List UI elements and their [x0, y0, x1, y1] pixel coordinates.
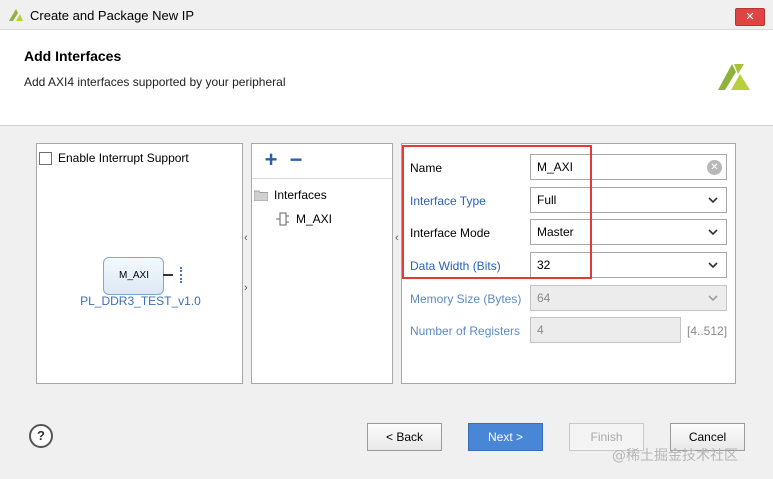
- data-width-label[interactable]: Data Width (Bits): [410, 259, 501, 273]
- prop-data-width-row: Data Width (Bits) 32: [402, 252, 735, 280]
- data-width-value: 32: [537, 258, 551, 272]
- page-title: Add Interfaces: [24, 48, 122, 64]
- tree-root-label: Interfaces: [274, 188, 327, 202]
- tree-item-label: M_AXI: [296, 212, 333, 226]
- back-button[interactable]: < Back: [367, 423, 442, 451]
- interfaces-panel: + − Interfaces M_AXI: [251, 143, 393, 384]
- remove-interface-button[interactable]: −: [286, 149, 306, 171]
- tree-root-interfaces[interactable]: Interfaces: [254, 188, 327, 202]
- next-button[interactable]: Next >: [468, 423, 543, 451]
- vivado-app-icon: [9, 9, 23, 21]
- watermark: @稀土掘金技术社区: [612, 448, 738, 464]
- num-registers-value: 4: [537, 323, 544, 337]
- prop-interface-type-row: Interface Type Full: [402, 187, 735, 215]
- interface-mode-select[interactable]: Master: [530, 219, 727, 245]
- memory-size-value: 64: [537, 291, 551, 305]
- folder-icon: [254, 190, 268, 201]
- interface-mode-label: Interface Mode: [410, 226, 491, 240]
- memory-size-select: 64: [530, 285, 727, 311]
- ip-port-line: [163, 274, 173, 276]
- splitter2-left-arrow[interactable]: ‹: [395, 232, 399, 244]
- interfaces-toolbar: + −: [252, 144, 392, 179]
- chevron-down-icon: [708, 197, 718, 204]
- help-button[interactable]: ?: [29, 424, 53, 448]
- interface-mode-value: Master: [537, 225, 574, 239]
- interface-type-select[interactable]: Full: [530, 187, 727, 213]
- chevron-down-icon: [708, 295, 718, 302]
- page-subtitle: Add AXI4 interfaces supported by your pe…: [24, 75, 286, 89]
- add-interface-button[interactable]: +: [261, 149, 281, 171]
- title-bar: Create and Package New IP ✕: [0, 0, 773, 30]
- close-button[interactable]: ✕: [735, 8, 765, 26]
- prop-interface-mode-row: Interface Mode Master: [402, 219, 735, 247]
- chevron-down-icon: [708, 229, 718, 236]
- wizard-header: Add Interfaces Add AXI4 interfaces suppo…: [0, 30, 773, 126]
- prop-name-row: Name M_AXI ✕: [402, 154, 735, 182]
- ip-port-label: M_AXI: [118, 270, 149, 281]
- name-value: M_AXI: [537, 160, 574, 174]
- prop-memory-size-row: Memory Size (Bytes) 64: [402, 285, 735, 313]
- num-registers-range: [4..512]: [687, 324, 728, 338]
- interface-properties-panel: Name M_AXI ✕ Interface Type Full Interfa…: [401, 143, 736, 384]
- num-registers-input: 4: [530, 317, 681, 343]
- name-input[interactable]: M_AXI ✕: [530, 154, 727, 180]
- interrupt-checkbox[interactable]: [39, 151, 52, 165]
- clear-icon[interactable]: ✕: [707, 160, 722, 175]
- interface-type-label[interactable]: Interface Type: [410, 194, 486, 208]
- memory-size-label: Memory Size (Bytes): [410, 292, 522, 306]
- data-width-select[interactable]: 32: [530, 252, 727, 278]
- ip-symbol-panel: Enable Interrupt Support M_AXI PL_DDR3_T…: [36, 143, 243, 384]
- splitter-right-arrow[interactable]: ›: [244, 282, 248, 294]
- window-title: Create and Package New IP: [30, 8, 195, 23]
- num-registers-label: Number of Registers: [410, 324, 521, 338]
- tree-item-m-axi[interactable]: M_AXI: [276, 212, 332, 226]
- name-label: Name: [410, 161, 443, 175]
- prop-num-registers-row: Number of Registers 4 [4..512]: [402, 317, 735, 345]
- ip-port-connector: [180, 267, 183, 283]
- interrupt-label: Enable Interrupt Support: [58, 151, 189, 165]
- ip-block: M_AXI: [103, 257, 164, 295]
- ip-name: PL_DDR3_TEST_v1.0: [80, 294, 201, 308]
- chevron-down-icon: [708, 262, 718, 269]
- splitter-left-arrow[interactable]: ‹: [244, 232, 248, 244]
- interface-type-value: Full: [537, 193, 557, 207]
- vivado-logo-icon: [718, 64, 750, 90]
- interface-icon: [276, 212, 289, 226]
- interrupt-checkbox-row[interactable]: Enable Interrupt Support: [39, 151, 189, 165]
